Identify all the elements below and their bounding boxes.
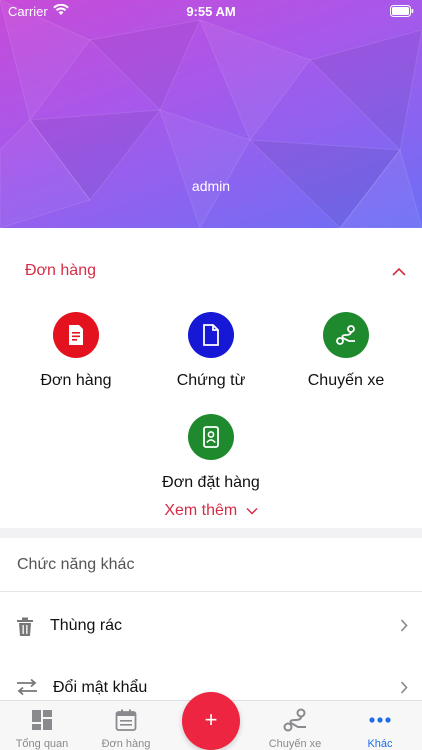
menu-item-label: Đổi mật khẩu <box>53 679 148 696</box>
orders-section: Đơn hàng Đơn hàng Chứng từ Chuyến xe Đơn… <box>0 230 422 528</box>
chevron-up-icon[interactable] <box>392 263 406 281</box>
tab-trips[interactable]: Chuyến xe <box>253 701 337 750</box>
grid-item-label: Đơn hàng <box>40 372 112 389</box>
battery-icon <box>390 5 414 20</box>
grid-item-label: Chuyến xe <box>307 372 385 389</box>
tab-label: Khác <box>367 738 393 750</box>
add-button[interactable]: + <box>182 692 240 750</box>
other-functions-title: Chức năng khác <box>17 556 135 573</box>
chevron-right-icon <box>400 681 408 699</box>
tab-label: Tổng quan <box>15 738 69 750</box>
section-title: Đơn hàng <box>25 262 96 279</box>
status-bar: Carrier 9:55 AM <box>0 0 422 22</box>
grid-item-orders[interactable]: Đơn hàng <box>6 312 146 390</box>
grid-item-vouchers[interactable]: Chứng từ <box>141 312 281 390</box>
route-icon <box>253 707 337 733</box>
tab-more[interactable]: Khác <box>338 701 422 750</box>
see-more-link[interactable]: Xem thêm <box>0 502 422 520</box>
voucher-file-icon <box>188 312 234 358</box>
tab-orders[interactable]: Đơn hàng <box>84 701 168 750</box>
tab-overview[interactable]: Tổng quan <box>0 701 84 750</box>
grid-item-label: Đơn đặt hàng <box>162 474 260 491</box>
tab-label: Đơn hàng <box>101 738 151 750</box>
more-dots-icon <box>338 707 422 733</box>
purchase-order-icon <box>188 414 234 460</box>
dashboard-icon <box>0 707 84 733</box>
calendar-list-icon <box>84 707 168 733</box>
profile-header: Carrier 9:55 AM admin <box>0 0 422 228</box>
grid-item-purchase-orders[interactable]: Đơn đặt hàng <box>141 414 281 492</box>
status-time: 9:55 AM <box>186 4 236 19</box>
swap-arrows-icon <box>16 678 38 700</box>
grid-item-label: Chứng từ <box>176 372 246 389</box>
divider <box>0 591 422 592</box>
tab-label: Chuyến xe <box>268 738 322 750</box>
see-more-label: Xem thêm <box>164 502 238 520</box>
route-icon <box>323 312 369 358</box>
menu-item-label: Thùng rác <box>50 617 123 634</box>
grid-item-trips[interactable]: Chuyến xe <box>276 312 416 390</box>
trash-icon <box>16 617 34 642</box>
menu-item-trash[interactable]: Thùng rác <box>0 598 422 656</box>
username-label: admin <box>191 178 231 194</box>
section-divider <box>0 528 422 538</box>
order-document-icon <box>53 312 99 358</box>
chevron-down-icon <box>246 502 258 520</box>
chevron-right-icon <box>400 619 408 637</box>
